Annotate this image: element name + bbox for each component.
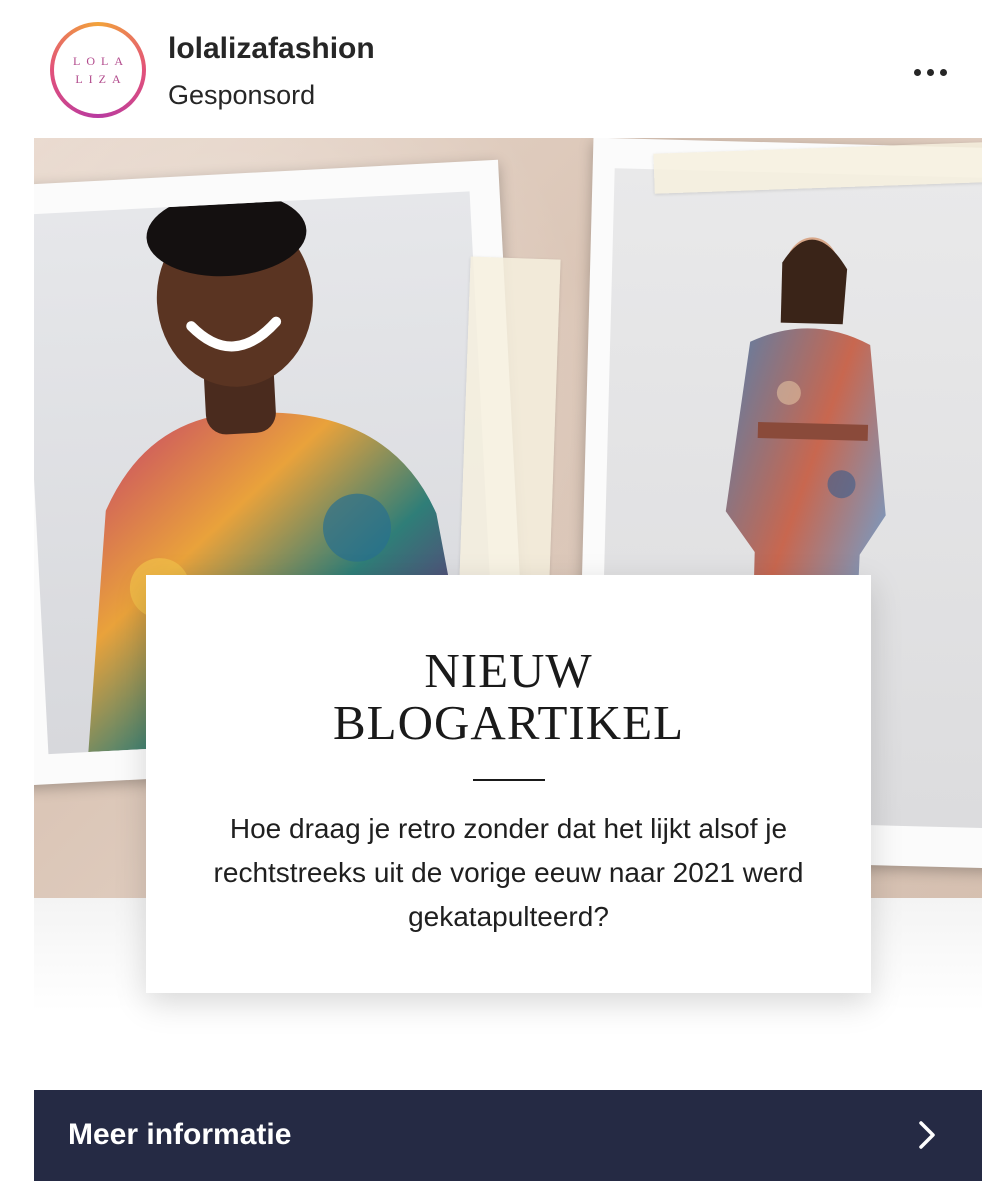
profile-avatar[interactable]: LOLA LIZA: [50, 22, 146, 118]
headline-line-2: BLOGARTIKEL: [332, 695, 684, 750]
avatar-logo-line1: LOLA: [73, 54, 129, 68]
more-info-label: Meer informatie: [68, 1118, 292, 1151]
blog-announcement-card: NIEUW BLOGARTIKEL Hoe draag je retro zon…: [146, 575, 871, 993]
post-header: LOLA LIZA lolalizafashion Gesponsord: [0, 0, 989, 134]
avatar-logo-line2: LIZA: [75, 72, 127, 86]
ad-image[interactable]: NIEUW BLOGARTIKEL Hoe draag je retro zon…: [34, 138, 982, 1088]
card-headline: NIEUW BLOGARTIKEL: [146, 645, 871, 749]
more-options-icon[interactable]: [900, 52, 960, 92]
more-info-button[interactable]: Meer informatie: [34, 1090, 982, 1181]
account-username[interactable]: lolalizafashion: [168, 32, 375, 66]
sponsored-label: Gesponsord: [168, 80, 316, 110]
headline-line-1: NIEUW: [424, 643, 593, 698]
avatar-logo: LOLA LIZA: [54, 26, 142, 114]
chevron-right-icon: [919, 1121, 935, 1149]
divider: [472, 779, 545, 781]
card-body-text: Hoe draag je retro zonder dat het lijkt …: [213, 813, 804, 932]
